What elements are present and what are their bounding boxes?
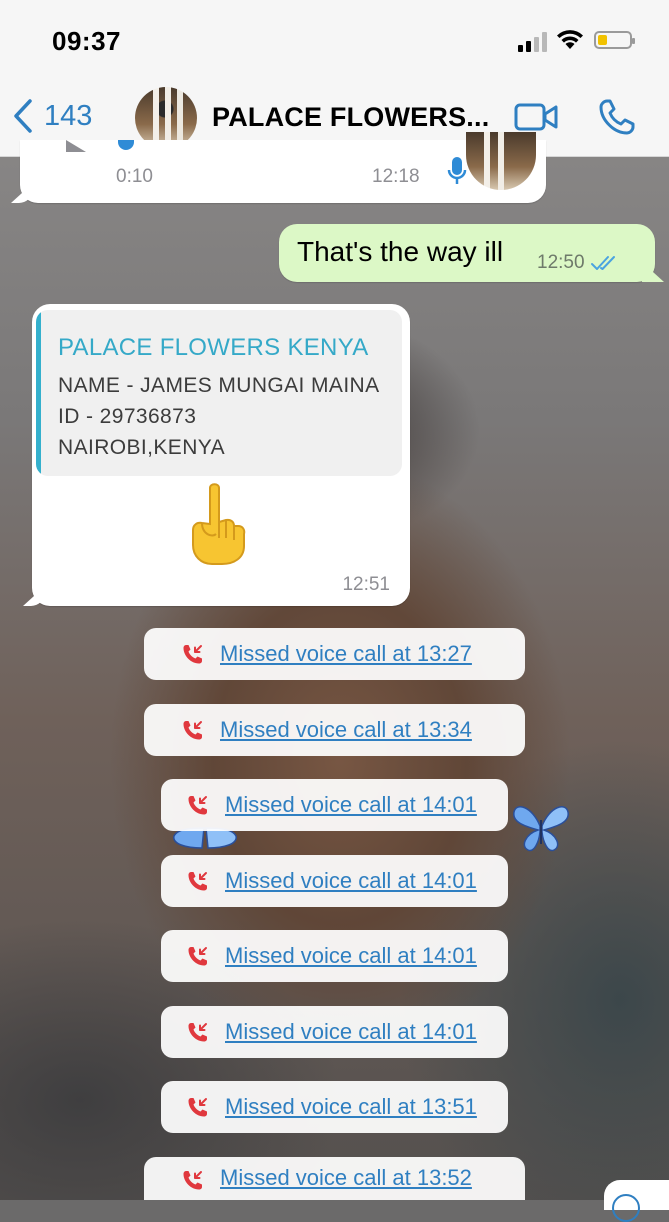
wifi-icon	[557, 30, 583, 49]
chat-title[interactable]: PALACE FLOWERS...	[212, 102, 489, 133]
missed-call-notice[interactable]: Missed voice call at 14:01	[161, 1006, 508, 1058]
chevron-down-icon[interactable]	[612, 1194, 640, 1222]
quoted-line: NAIROBI,KENYA	[58, 436, 226, 459]
missed-call-icon	[188, 1098, 207, 1117]
video-call-icon[interactable]	[514, 102, 558, 132]
missed-call-text[interactable]: Missed voice call at 14:01	[225, 868, 477, 894]
missed-call-icon	[188, 947, 207, 966]
battery-level	[598, 35, 607, 45]
missed-call-text[interactable]: Missed voice call at 14:01	[225, 943, 477, 969]
incoming-message-bubble[interactable]: PALACE FLOWERS KENYA NAME - JAMES MUNGAI…	[32, 304, 410, 606]
missed-call-notice[interactable]: Missed voice call at 13:27	[144, 628, 525, 680]
missed-call-icon	[183, 721, 202, 740]
missed-call-icon	[183, 645, 202, 664]
quoted-title: PALACE FLOWERS KENYA	[58, 334, 369, 361]
unread-count: 143	[44, 99, 93, 132]
voice-duration: 0:10	[116, 166, 153, 187]
double-check-icon	[590, 256, 615, 270]
quoted-message[interactable]: PALACE FLOWERS KENYA NAME - JAMES MUNGAI…	[36, 310, 402, 476]
missed-call-text[interactable]: Missed voice call at 13:34	[220, 717, 472, 743]
cellular-signal-icon	[518, 32, 547, 52]
pointing-up-emoji	[192, 483, 246, 565]
butterfly-icon	[513, 806, 569, 852]
battery-icon	[594, 31, 635, 49]
voice-scrubber[interactable]	[118, 140, 134, 150]
sender-avatar	[466, 132, 536, 190]
quote-accent-bar	[36, 310, 41, 476]
message-time: 12:50	[537, 252, 585, 273]
missed-call-notice[interactable]: Missed voice call at 13:52	[144, 1157, 525, 1200]
missed-call-text[interactable]: Missed voice call at 13:27	[220, 641, 472, 667]
missed-call-icon	[188, 796, 207, 815]
missed-call-icon	[183, 1171, 202, 1190]
missed-call-text[interactable]: Missed voice call at 13:51	[225, 1094, 477, 1120]
status-bar: 09:37	[0, 0, 669, 80]
message-time: 12:18	[372, 166, 420, 187]
missed-call-icon	[188, 872, 207, 891]
phone-icon[interactable]	[598, 98, 636, 136]
missed-call-text[interactable]: Missed voice call at 14:01	[225, 792, 477, 818]
missed-call-notice[interactable]: Missed voice call at 14:01	[161, 779, 508, 831]
missed-call-icon	[188, 1023, 207, 1042]
play-icon[interactable]	[66, 140, 86, 152]
quoted-line: ID - 29736873	[58, 405, 197, 428]
missed-call-text[interactable]: Missed voice call at 14:01	[225, 1019, 477, 1045]
missed-call-notice[interactable]: Missed voice call at 14:01	[161, 930, 508, 982]
status-time: 09:37	[52, 26, 121, 56]
message-time: 12:51	[342, 574, 390, 595]
outgoing-message-bubble[interactable]: That's the way ill 12:50	[279, 224, 655, 282]
missed-call-text[interactable]: Missed voice call at 13:52	[220, 1165, 472, 1191]
chevron-left-icon	[14, 99, 32, 133]
missed-call-notice[interactable]: Missed voice call at 14:01	[161, 855, 508, 907]
microphone-icon	[447, 157, 467, 184]
missed-call-notice[interactable]: Missed voice call at 13:51	[161, 1081, 508, 1133]
message-meta: 12:50	[537, 252, 620, 274]
voice-message-bubble[interactable]: 0:10 12:18	[20, 132, 546, 203]
back-button[interactable]: 143	[12, 98, 92, 134]
missed-call-notice[interactable]: Missed voice call at 13:34	[144, 704, 525, 756]
quoted-line: NAME - JAMES MUNGAI MAINA	[58, 374, 380, 397]
message-text: That's the way ill	[297, 236, 504, 267]
